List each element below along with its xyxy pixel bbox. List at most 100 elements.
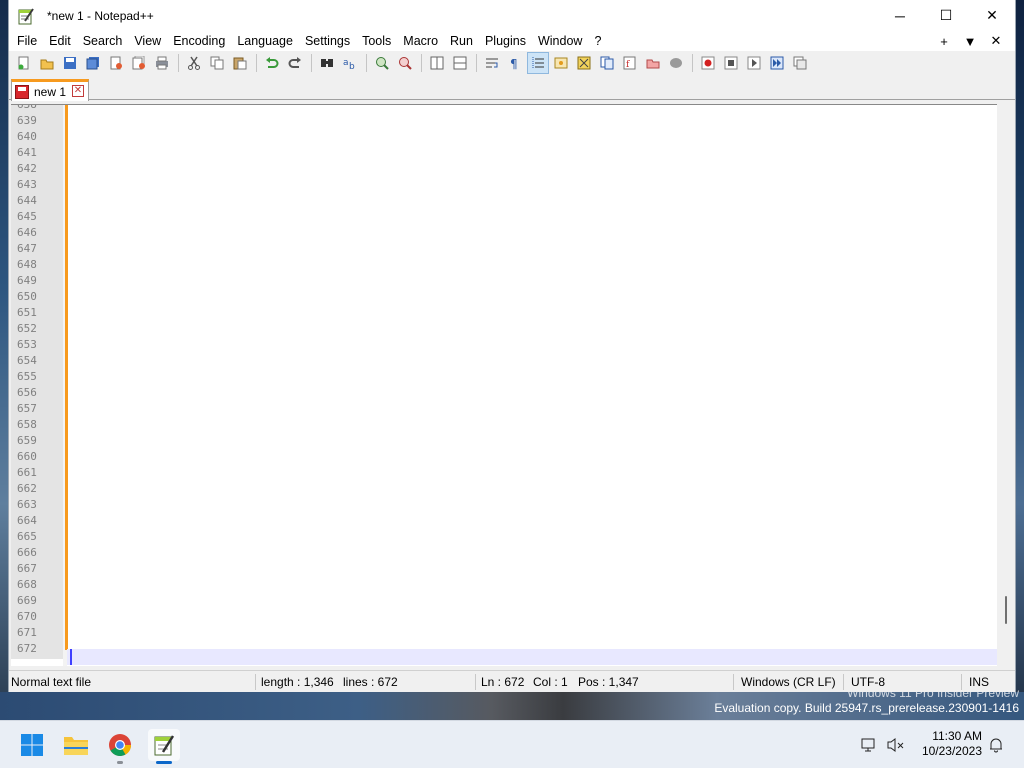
document-map-button[interactable] [573, 52, 595, 74]
notepad-plus-plus-window: *new 1 - Notepad++ ─ ☐ ✕ File Edit Searc… [8, 0, 1016, 692]
scrollbar-thumb[interactable] [1005, 596, 1007, 624]
cut-button[interactable] [183, 52, 205, 74]
line-number: 642 [17, 162, 37, 175]
file-explorer-button[interactable] [60, 729, 92, 761]
system-clock[interactable]: 11:30 AM 10/23/2023 [902, 729, 982, 759]
user-language-button[interactable] [550, 52, 572, 74]
line-number: 665 [17, 530, 37, 543]
sync-vertical-icon [430, 56, 444, 70]
close-all-button[interactable] [128, 52, 150, 74]
line-number: 659 [17, 434, 37, 447]
line-number: 667 [17, 562, 37, 575]
watermark-line-2: Evaluation copy. Build 25947.rs_prerelea… [714, 701, 1019, 715]
menu-tools[interactable]: Tools [356, 31, 397, 51]
tab-close-icon[interactable]: ✕ [72, 85, 84, 97]
redo-button[interactable] [284, 52, 306, 74]
replace-button[interactable]: ab [339, 52, 361, 74]
clock-time: 11:30 AM [932, 729, 982, 743]
toolbar-separator [366, 54, 367, 72]
zoom-in-button[interactable] [371, 52, 393, 74]
paste-button[interactable] [229, 52, 251, 74]
close-button[interactable]: ✕ [969, 0, 1015, 31]
line-number: 670 [17, 610, 37, 623]
menu-help[interactable]: ? [588, 31, 607, 51]
menu-search[interactable]: Search [77, 31, 129, 51]
sync-horizontal-button[interactable] [449, 52, 471, 74]
desktop-background-left [0, 0, 8, 720]
chrome-button[interactable] [104, 729, 136, 764]
status-bar: Normal text file length : 1,346 lines : … [9, 670, 1015, 692]
toolbar-separator [256, 54, 257, 72]
line-number: 669 [17, 594, 37, 607]
record-macro-button[interactable] [697, 52, 719, 74]
playback-macro-button[interactable] [743, 52, 765, 74]
status-position: Pos : 1,347 [578, 675, 639, 689]
active-indicator [156, 761, 172, 764]
window-title: *new 1 - Notepad++ [47, 8, 154, 23]
word-wrap-button[interactable] [481, 52, 503, 74]
record-macro-icon [701, 56, 715, 70]
tab-list-dropdown[interactable]: ▼ [957, 34, 983, 49]
save-all-icon [86, 57, 99, 70]
sync-vertical-button[interactable] [426, 52, 448, 74]
line-number: 645 [17, 210, 37, 223]
line-number: 658 [17, 418, 37, 431]
new-file-button[interactable] [13, 52, 35, 74]
line-number: 661 [17, 466, 37, 479]
run-macro-multiple-button[interactable] [766, 52, 788, 74]
copy-button[interactable] [206, 52, 228, 74]
editor-area[interactable]: 638 639 640 641 642 643 644 645 646 647 648 649 650 6… [11, 104, 997, 666]
line-number: 655 [17, 370, 37, 383]
document-list-button[interactable] [596, 52, 618, 74]
tab-bar: new 1 ✕ [9, 78, 1015, 101]
save-macro-button[interactable] [789, 52, 811, 74]
title-bar[interactable]: *new 1 - Notepad++ ─ ☐ ✕ [9, 0, 1015, 31]
status-divider [733, 674, 734, 690]
monitoring-button[interactable] [665, 52, 687, 74]
indent-guide-button[interactable] [527, 52, 549, 74]
save-all-button[interactable] [82, 52, 104, 74]
document-list-icon [600, 56, 614, 70]
open-file-icon [40, 59, 54, 70]
notepad-plus-plus-taskbar-button[interactable] [148, 729, 180, 764]
zoom-out-button[interactable] [394, 52, 416, 74]
save-icon [64, 57, 76, 69]
maximize-button[interactable]: ☐ [923, 0, 969, 31]
close-doc-button[interactable]: ✕ [983, 33, 1009, 49]
function-list-icon: f [623, 56, 636, 70]
tab-new-1[interactable]: new 1 ✕ [11, 79, 89, 101]
menu-macro[interactable]: Macro [397, 31, 444, 51]
minimize-button[interactable]: ─ [877, 0, 923, 31]
notifications-button[interactable] [986, 735, 1006, 755]
maximize-icon: ☐ [939, 7, 953, 23]
print-button[interactable] [151, 52, 173, 74]
menu-edit[interactable]: Edit [43, 31, 77, 51]
notepad-plus-plus-icon [154, 735, 175, 756]
menu-settings[interactable]: Settings [299, 31, 356, 51]
status-lines: lines : 672 [343, 675, 398, 689]
menu-language[interactable]: Language [231, 31, 299, 51]
menu-window[interactable]: Window [532, 31, 588, 51]
redo-icon [288, 57, 301, 68]
show-all-chars-button[interactable]: ¶ [504, 52, 526, 74]
new-tab-button[interactable]: + [931, 34, 957, 49]
find-button[interactable] [316, 52, 338, 74]
open-file-button[interactable] [36, 52, 58, 74]
line-number: 639 [17, 114, 37, 127]
undo-button[interactable] [261, 52, 283, 74]
undo-icon [266, 57, 279, 68]
function-list-button[interactable]: f [619, 52, 641, 74]
menu-file[interactable]: File [11, 31, 43, 51]
save-button[interactable] [59, 52, 81, 74]
menu-encoding[interactable]: Encoding [167, 31, 231, 51]
vertical-scrollbar[interactable] [997, 104, 1015, 666]
close-button-tb[interactable] [105, 52, 127, 74]
start-button[interactable] [16, 729, 48, 761]
menu-plugins[interactable]: Plugins [479, 31, 532, 51]
print-icon [156, 56, 168, 70]
network-button[interactable] [860, 735, 880, 755]
menu-view[interactable]: View [128, 31, 167, 51]
menu-run[interactable]: Run [444, 31, 479, 51]
folder-workspace-button[interactable] [642, 52, 664, 74]
stop-recording-button[interactable] [720, 52, 742, 74]
